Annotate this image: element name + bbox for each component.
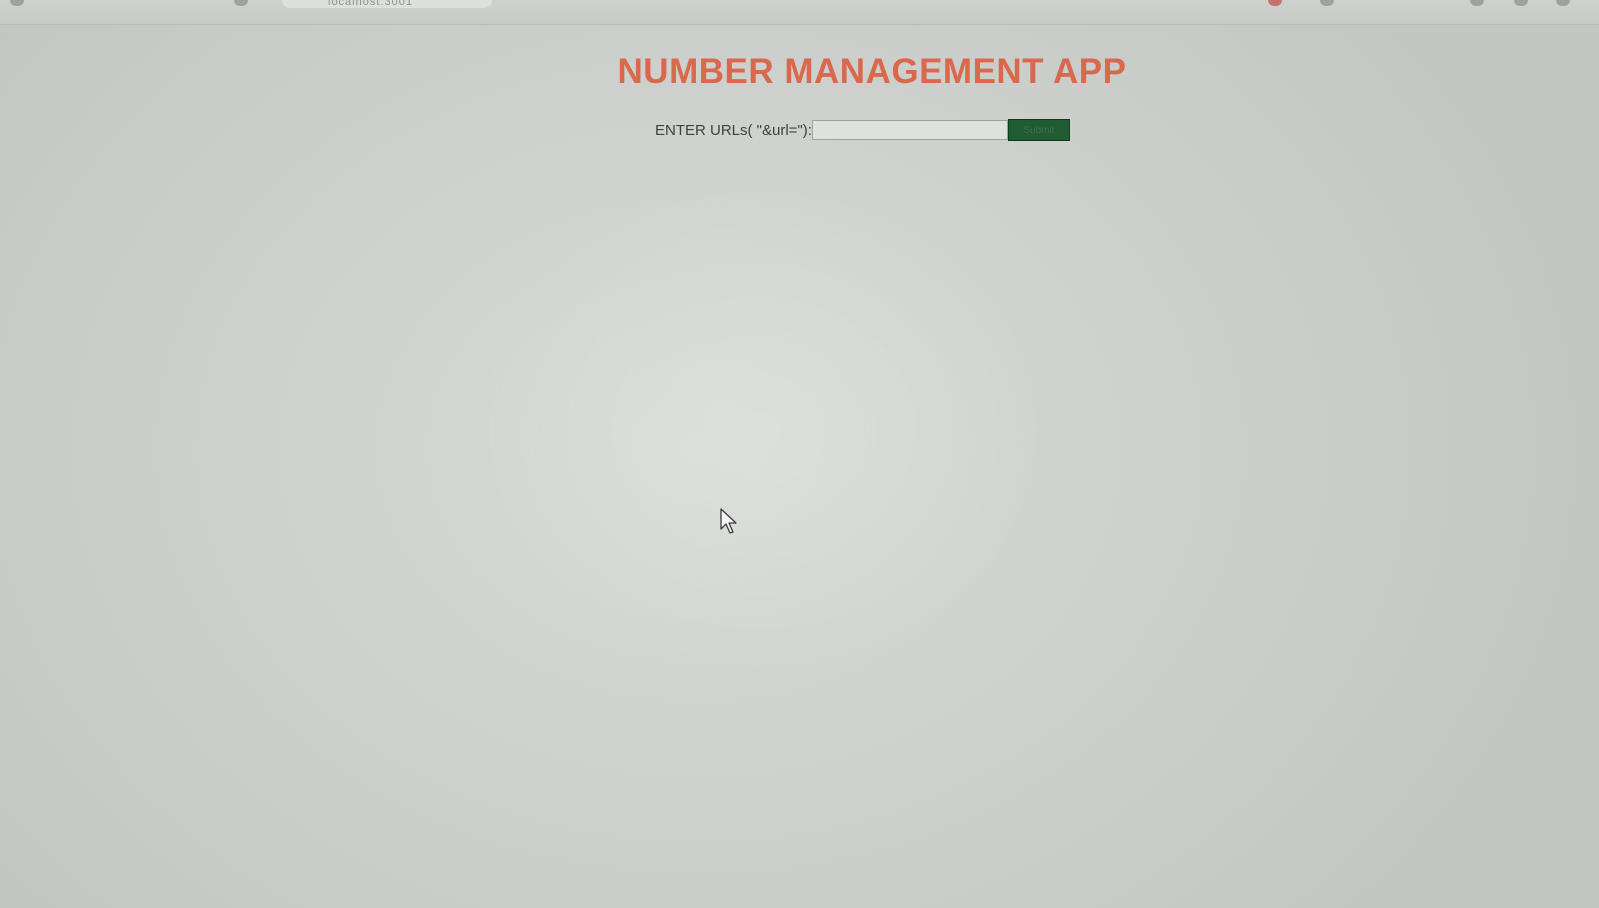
address-bar-text: localhost:3001: [328, 0, 413, 8]
profile-icon[interactable]: [1320, 0, 1334, 6]
mouse-cursor-icon: [720, 508, 737, 534]
bookmark-icon[interactable]: [234, 0, 248, 6]
extension-icon[interactable]: [1268, 0, 1282, 6]
url-label: ENTER URLs( "&url="):: [655, 121, 812, 139]
window-icon[interactable]: [1556, 0, 1570, 6]
page-title: NUMBER MANAGEMENT APP: [617, 52, 1127, 91]
browser-toolbar: localhost:3001: [0, 0, 1599, 25]
extensions-puzzle-icon[interactable]: [1514, 0, 1528, 6]
url-form: ENTER URLs( "&url="): Submit: [655, 118, 1070, 142]
reload-icon[interactable]: [10, 0, 24, 6]
page-content: NUMBER MANAGEMENT APP ENTER URLs( "&url=…: [0, 24, 1599, 908]
submit-button[interactable]: Submit: [1007, 119, 1070, 141]
history-icon[interactable]: [1470, 0, 1484, 6]
url-input[interactable]: [811, 120, 1008, 140]
